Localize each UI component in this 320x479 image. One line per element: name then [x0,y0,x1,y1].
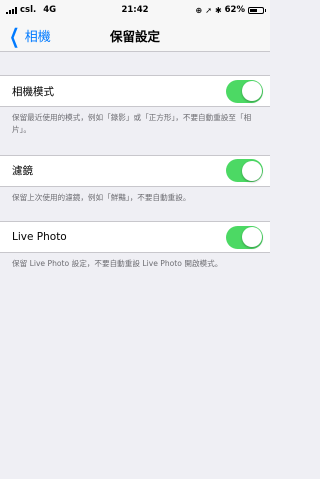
camera-mode-toggle[interactable] [226,79,263,103]
settings-group-camera-mode: 相機模式 保留最近使用的模式，例如「錄影」或「正方形」，不要自動重設至「相片」。 [0,75,270,136]
settings-row-filter: 濾鏡 [0,154,270,187]
battery-icon [248,6,266,14]
battery-percent: 62% [224,5,245,15]
filter-toggle[interactable] [226,159,263,183]
toggle-knob [241,227,262,248]
toggle-knob [241,160,262,181]
toggle-knob [241,81,262,101]
settings-group-live-photo: Live Photo 保留 Live Photo 設定，不要自動重設 Live … [0,221,270,270]
rotation-lock-icon: ⊕ [195,5,203,15]
setting-footer: 保留最近使用的模式，例如「錄影」或「正方形」，不要自動重設至「相片」。 [12,113,252,134]
setting-label: 相機模式 [12,85,54,98]
battery-level [250,8,258,12]
status-left: csl. 4G [6,5,56,15]
chevron-left-icon: ❮ [9,23,20,48]
live-photo-toggle[interactable] [226,225,263,249]
bluetooth-icon: ✱ [214,5,222,15]
settings-row-camera-mode: 相機模式 [0,75,270,107]
setting-footer: 保留上次使用的濾鏡，例如「鮮豔」，不要自動重設。 [12,192,191,202]
signal-bars-icon [6,6,17,14]
setting-label: 濾鏡 [12,165,33,178]
setting-footer: 保留 Live Photo 設定，不要自動重設 Live Photo 開啟模式。 [12,259,223,269]
back-button[interactable]: ❮ 相機 [0,20,51,51]
back-button-label: 相機 [24,30,51,45]
settings-group-filter: 濾鏡 保留上次使用的濾鏡，例如「鮮豔」，不要自動重設。 [0,154,270,204]
network-type: 4G [43,5,57,15]
settings-row-live-photo: Live Photo [0,221,270,254]
location-icon: ➚ [205,5,212,15]
status-bar: csl. 4G 21:42 ⊕ ➚ ✱ 62% [0,0,270,20]
status-right: ⊕ ➚ ✱ 62% [195,5,266,15]
carrier-name: csl. [20,5,37,15]
setting-label: Live Photo [12,231,67,244]
navigation-bar: ❮ 相機 保留設定 [0,20,270,52]
